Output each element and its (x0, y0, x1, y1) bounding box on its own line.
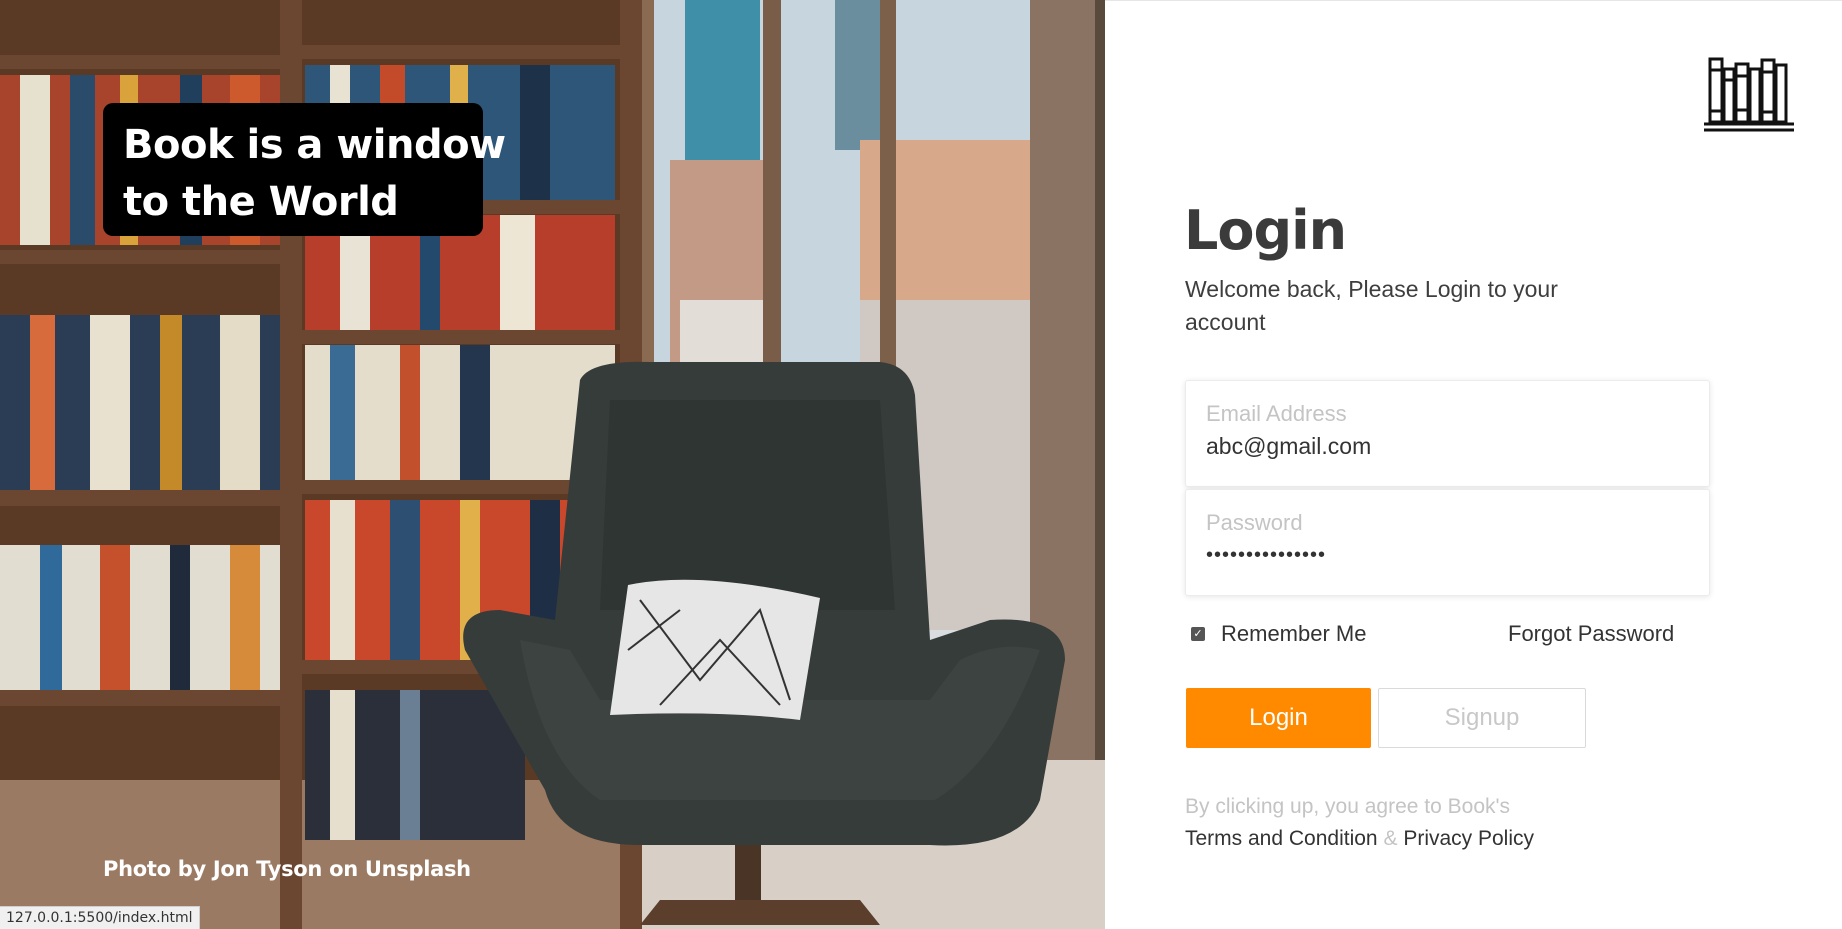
terms-text: By clicking up, you agree to Book's Term… (1185, 791, 1534, 855)
bookshelf-icon (1704, 57, 1794, 132)
email-label: Email Address (1206, 401, 1347, 426)
hero-photo: Book is a window to the World Photo by J… (0, 0, 1105, 929)
status-bar-url: 127.0.0.1:5500/index.html (0, 906, 200, 929)
login-panel: Login Welcome back, Please Login to your… (1105, 0, 1842, 929)
login-button[interactable]: Login (1186, 688, 1371, 748)
terms-ampersand: & (1383, 827, 1398, 850)
remember-me-label: Remember Me (1221, 621, 1367, 646)
email-input[interactable]: abc@gmail.com (1206, 433, 1709, 460)
forgot-password-link[interactable]: Forgot Password (1508, 621, 1674, 647)
hero-tagline: Book is a window to the World (103, 103, 506, 236)
tagline-line-2: to the World (123, 179, 399, 225)
remember-me-checkbox[interactable]: ✓ (1191, 627, 1205, 641)
photo-credit: Photo by Jon Tyson on Unsplash (103, 857, 471, 881)
remember-me[interactable]: ✓ Remember Me (1191, 621, 1366, 647)
signup-button[interactable]: Signup (1378, 688, 1586, 748)
password-field[interactable]: Password ••••••••••••••• (1185, 489, 1710, 596)
terms-link[interactable]: Terms and Condition (1185, 827, 1378, 850)
password-label: Password (1206, 510, 1303, 535)
tagline-line-1: Book is a window (123, 122, 506, 168)
email-field[interactable]: Email Address abc@gmail.com (1185, 380, 1710, 487)
terms-prefix: By clicking up, you agree to Book's (1185, 795, 1511, 818)
privacy-link[interactable]: Privacy Policy (1403, 827, 1534, 850)
password-input[interactable]: ••••••••••••••• (1206, 544, 1709, 567)
page-subtitle: Welcome back, Please Login to your accou… (1185, 276, 1558, 335)
page-title: Login (1184, 199, 1347, 262)
